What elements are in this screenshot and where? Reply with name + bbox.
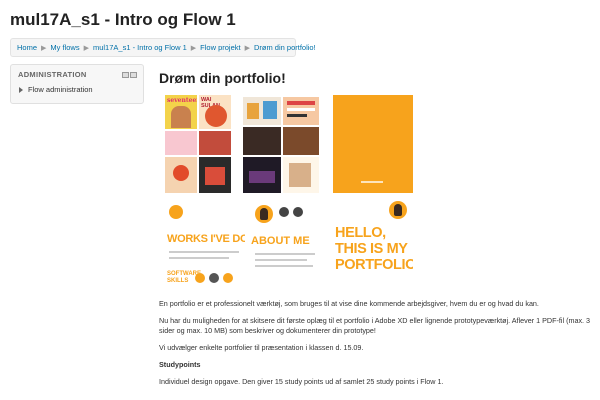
product-thumbnail (243, 97, 281, 125)
skill-chart-icon (195, 273, 205, 283)
portfolio-cover (333, 95, 413, 193)
profile-icon (293, 207, 303, 217)
works-icon (169, 205, 183, 219)
breadcrumb-separator-icon: ▶ (83, 44, 89, 52)
poster-thumbnail (283, 97, 319, 125)
skill-chart-icon (209, 273, 219, 283)
illustration-image (173, 165, 189, 181)
breadcrumb-separator-icon: ▶ (190, 44, 197, 52)
breadcrumb-home[interactable]: Home (17, 43, 37, 52)
breadcrumb-my-flows[interactable]: My flows (50, 43, 79, 52)
breadcrumb-current: Drøm din portfolio! (253, 43, 316, 52)
breadcrumb: Home ▶ My flows ▶ mul17A_s1 - Intro og F… (10, 38, 316, 57)
breadcrumb-separator-icon: ▶ (41, 44, 47, 52)
photo-thumbnail (199, 131, 231, 155)
block-title: ADMINISTRATION (18, 70, 87, 79)
section-title: Drøm din portfolio! (159, 70, 286, 86)
photo-thumbnail (283, 127, 319, 155)
brand-text: seventeen (167, 97, 197, 104)
magazine-thumbnail: WAI SULAN (199, 95, 231, 129)
avatar (389, 201, 407, 219)
sidebar-item-label: Flow administration (28, 85, 93, 94)
collapse-icon[interactable] (130, 71, 137, 78)
breadcrumb-course[interactable]: mul17A_s1 - Intro og Flow 1 (93, 43, 187, 52)
skills-heading: SOFTWARE SKILLS (167, 271, 201, 284)
photo-image (289, 163, 311, 187)
magazine-thumbnail: seventeen (165, 95, 197, 129)
page-title: mul17A_s1 - Intro og Flow 1 (10, 10, 236, 29)
photo-thumbnail (243, 127, 281, 155)
studypoints-text: Individuel design opgave. Den giver 15 s… (159, 377, 444, 386)
description: En portfolio er et professionelt værktøj… (159, 299, 599, 387)
text-line (255, 259, 307, 261)
paragraph: En portfolio er et professionelt værktøj… (159, 299, 539, 308)
model-image (171, 106, 191, 128)
triangle-right-icon (19, 86, 23, 93)
photo-image (249, 171, 275, 183)
poster-stripe (287, 114, 307, 117)
product-image (247, 103, 259, 119)
portrait-image (394, 204, 402, 216)
hello-heading: HELLO, THIS IS MY PORTFOLIO (335, 225, 413, 273)
poster-stripe (287, 108, 315, 111)
avatar (255, 205, 273, 223)
product-image (263, 101, 277, 119)
block-controls (122, 71, 137, 78)
illustration-image (205, 105, 227, 127)
main-content: Drøm din portfolio! seventeen WAI SULAN (159, 70, 599, 394)
works-page: WORKS I'VE DONE SOFTWARE SKILLS (165, 199, 245, 293)
about-page: ABOUT ME (249, 199, 329, 293)
sidebar-item-flow-administration[interactable]: Flow administration (11, 79, 143, 94)
photo-thumbnail (283, 157, 319, 193)
portrait-image (260, 208, 268, 220)
photo-thumbnail (199, 157, 231, 193)
dock-icon[interactable] (122, 71, 129, 78)
text-line (255, 253, 315, 255)
photo-image (205, 167, 225, 185)
works-heading: WORKS I'VE DONE (167, 233, 245, 245)
photo-thumbnail (165, 131, 197, 155)
administration-block: ADMINISTRATION Flow administration (10, 64, 144, 104)
text-line (169, 251, 239, 253)
breadcrumb-flow-projekt[interactable]: Flow projekt (200, 43, 240, 52)
studypoints-heading: Studypoints (159, 360, 201, 369)
cover-text-line (361, 181, 383, 183)
paragraph: Nu har du muligheden for at skitsere dit… (159, 316, 591, 335)
about-heading: ABOUT ME (251, 235, 310, 247)
poster-stripe (287, 101, 315, 105)
breadcrumb-separator-icon: ▶ (244, 44, 250, 52)
photo-thumbnail (243, 157, 281, 193)
portfolio-image: seventeen WAI SULAN (159, 95, 413, 293)
photo-thumbnail (165, 157, 197, 193)
text-line (169, 257, 229, 259)
skill-chart-icon (223, 273, 233, 283)
paragraph: Vi udvælger enkelte portfolier til præse… (159, 343, 364, 352)
profile-icon (279, 207, 289, 217)
text-line (255, 265, 313, 267)
hello-page: HELLO, THIS IS MY PORTFOLIO (333, 199, 413, 293)
